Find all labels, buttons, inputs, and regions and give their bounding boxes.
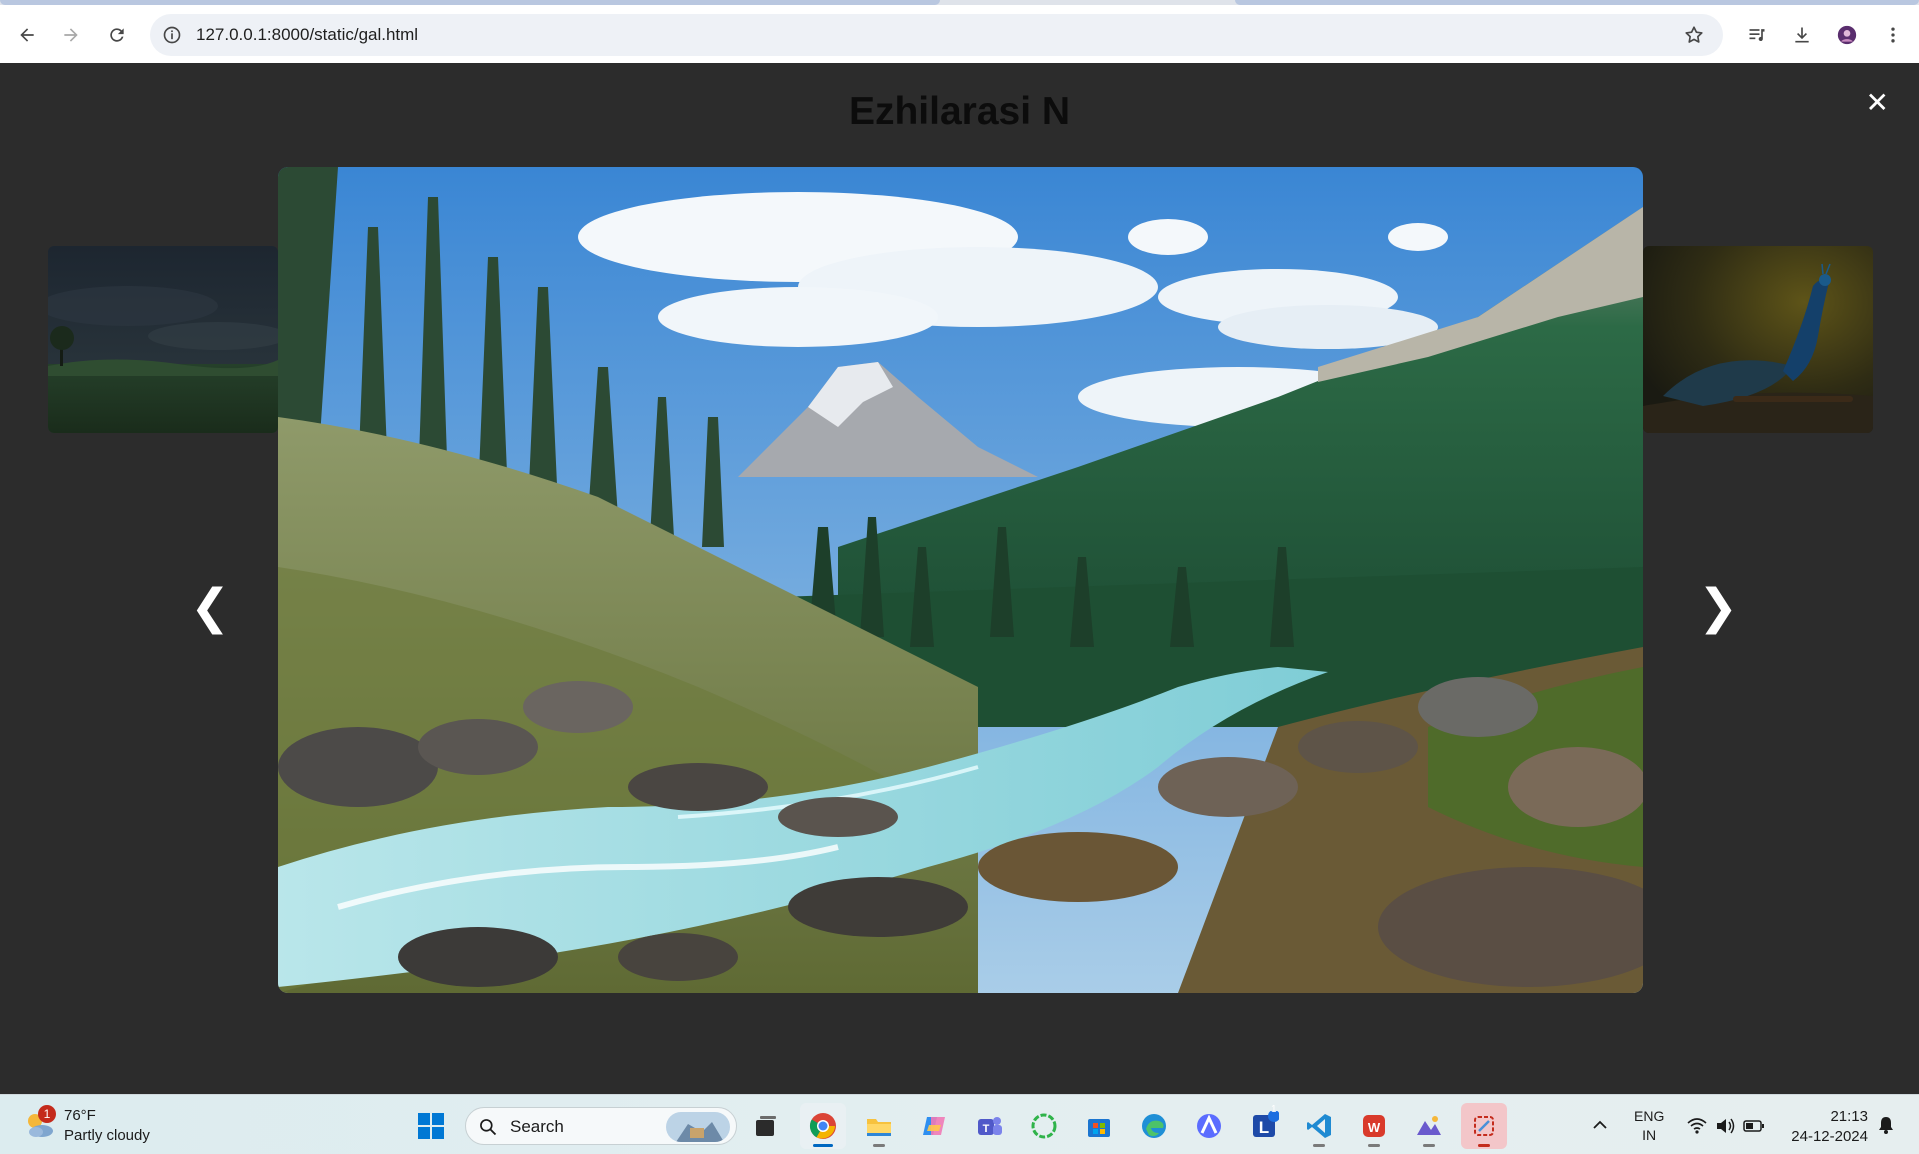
more-menu-button[interactable] — [1875, 17, 1911, 53]
language-code: ENG — [1634, 1108, 1665, 1124]
circle-app-icon — [1031, 1113, 1057, 1139]
downloads-icon — [1795, 27, 1809, 43]
main-gallery-image — [278, 167, 1643, 993]
windows-logo-icon — [418, 1113, 444, 1139]
peacock-image — [1643, 246, 1873, 433]
running-indicator — [1368, 1144, 1380, 1147]
taskbar-edge[interactable] — [1131, 1103, 1177, 1149]
taskbar-store[interactable] — [1076, 1103, 1122, 1149]
previous-button[interactable]: ❮ — [190, 583, 230, 631]
taskbar-task-view[interactable] — [743, 1103, 789, 1149]
arc-app-icon — [1197, 1114, 1221, 1138]
next-image-thumbnail[interactable] — [1643, 246, 1873, 433]
weather-condition: Partly cloudy — [64, 1127, 150, 1144]
running-indicator — [873, 1144, 885, 1147]
wifi-icon — [1687, 1118, 1707, 1134]
edge-icon — [1142, 1114, 1166, 1138]
next-button[interactable]: ❯ — [1698, 583, 1738, 631]
taskbar-copilot[interactable] — [911, 1103, 957, 1149]
site-info-icon[interactable] — [162, 25, 182, 45]
running-indicator — [1423, 1144, 1435, 1147]
weather-alert-badge: 1 — [38, 1105, 56, 1123]
weather-widget[interactable]: 1 76°F Partly cloudy — [22, 1105, 182, 1147]
taskbar-chrome[interactable] — [800, 1103, 846, 1149]
teams-icon: T — [978, 1117, 1002, 1135]
media-controls-icon — [1749, 29, 1765, 42]
language-indicator[interactable]: ENG IN — [1634, 1107, 1664, 1145]
bookmark-star-icon[interactable] — [1683, 24, 1705, 46]
chevron-up-icon[interactable] — [1590, 1115, 1610, 1135]
clock-date: 24-12-2024 — [1791, 1128, 1868, 1145]
search-placeholder: Search — [510, 1117, 564, 1136]
taskbar-arc-app[interactable] — [1186, 1103, 1232, 1149]
taskbar-vscode[interactable] — [1296, 1103, 1342, 1149]
previous-image-thumbnail[interactable] — [48, 246, 278, 433]
search-highlight-image — [666, 1112, 730, 1142]
l-app-badge: 1 — [1271, 1104, 1277, 1115]
windows-taskbar: 1 76°F Partly cloudy Search T L 1 W ENG … — [0, 1094, 1919, 1154]
clock[interactable]: 21:13 24-12-2024 — [1782, 1107, 1868, 1147]
taskbar-file-explorer[interactable] — [856, 1103, 902, 1149]
taskbar-l-app[interactable]: L 1 — [1241, 1103, 1287, 1149]
search-icon — [480, 1119, 497, 1136]
task-view-icon — [756, 1116, 776, 1136]
system-tray[interactable] — [1686, 1115, 1766, 1137]
active-indicator — [813, 1144, 833, 1147]
running-indicator — [1313, 1144, 1325, 1147]
back-arrow-icon — [20, 28, 34, 42]
photos-icon — [1417, 1116, 1441, 1135]
lightbox-overlay: Ezhilarasi N ✕ ❮ ❯ — [0, 63, 1919, 1094]
close-button[interactable]: ✕ — [1866, 89, 1889, 117]
mountain-river-image — [278, 167, 1643, 993]
notification-bell-icon[interactable] — [1876, 1115, 1896, 1135]
snipping-tool-icon — [1474, 1116, 1494, 1136]
profile-avatar[interactable] — [1829, 17, 1865, 53]
region-code: IN — [1642, 1127, 1657, 1143]
avatar-icon — [1837, 25, 1857, 45]
forward-arrow-icon — [64, 28, 78, 42]
taskbar-circle-app[interactable] — [1021, 1103, 1067, 1149]
address-bar[interactable]: 127.0.0.1:8000/static/gal.html — [150, 14, 1723, 56]
taskbar-wps[interactable]: W — [1351, 1103, 1397, 1149]
chrome-icon — [809, 1113, 836, 1139]
lightbox-title: Ezhilarasi N — [848, 90, 1071, 133]
taskbar-photos[interactable] — [1406, 1103, 1452, 1149]
wps-office-icon: W — [1363, 1115, 1385, 1137]
svg-text:L: L — [1259, 1118, 1269, 1137]
media-controls-button[interactable] — [1739, 17, 1775, 53]
volume-icon — [1717, 1118, 1735, 1134]
vscode-icon — [1307, 1114, 1331, 1138]
more-menu-icon — [1891, 27, 1895, 43]
taskbar-teams[interactable]: T — [966, 1103, 1012, 1149]
taskbar-search[interactable]: Search — [465, 1107, 737, 1145]
downloads-button[interactable] — [1784, 17, 1820, 53]
url-text[interactable]: 127.0.0.1:8000/static/gal.html — [196, 25, 418, 45]
svg-text:W: W — [1368, 1120, 1381, 1135]
l-app-icon: L — [1253, 1111, 1279, 1137]
store-icon — [1088, 1119, 1110, 1137]
reload-button[interactable] — [99, 17, 135, 53]
back-button[interactable] — [9, 17, 45, 53]
reload-icon — [110, 28, 124, 42]
weather-temp: 76°F — [64, 1107, 96, 1124]
clock-time: 21:13 — [1830, 1108, 1868, 1125]
start-button[interactable] — [408, 1103, 454, 1149]
browser-toolbar: 127.0.0.1:8000/static/gal.html — [0, 5, 1919, 63]
forward-button[interactable] — [53, 17, 89, 53]
taskbar-snipping-tool[interactable] — [1461, 1103, 1507, 1149]
running-indicator — [1478, 1144, 1490, 1147]
battery-icon — [1743, 1120, 1764, 1132]
copilot-icon — [923, 1117, 945, 1135]
folder-icon — [867, 1119, 891, 1136]
svg-text:T: T — [983, 1123, 990, 1135]
grassland-image — [48, 246, 278, 433]
